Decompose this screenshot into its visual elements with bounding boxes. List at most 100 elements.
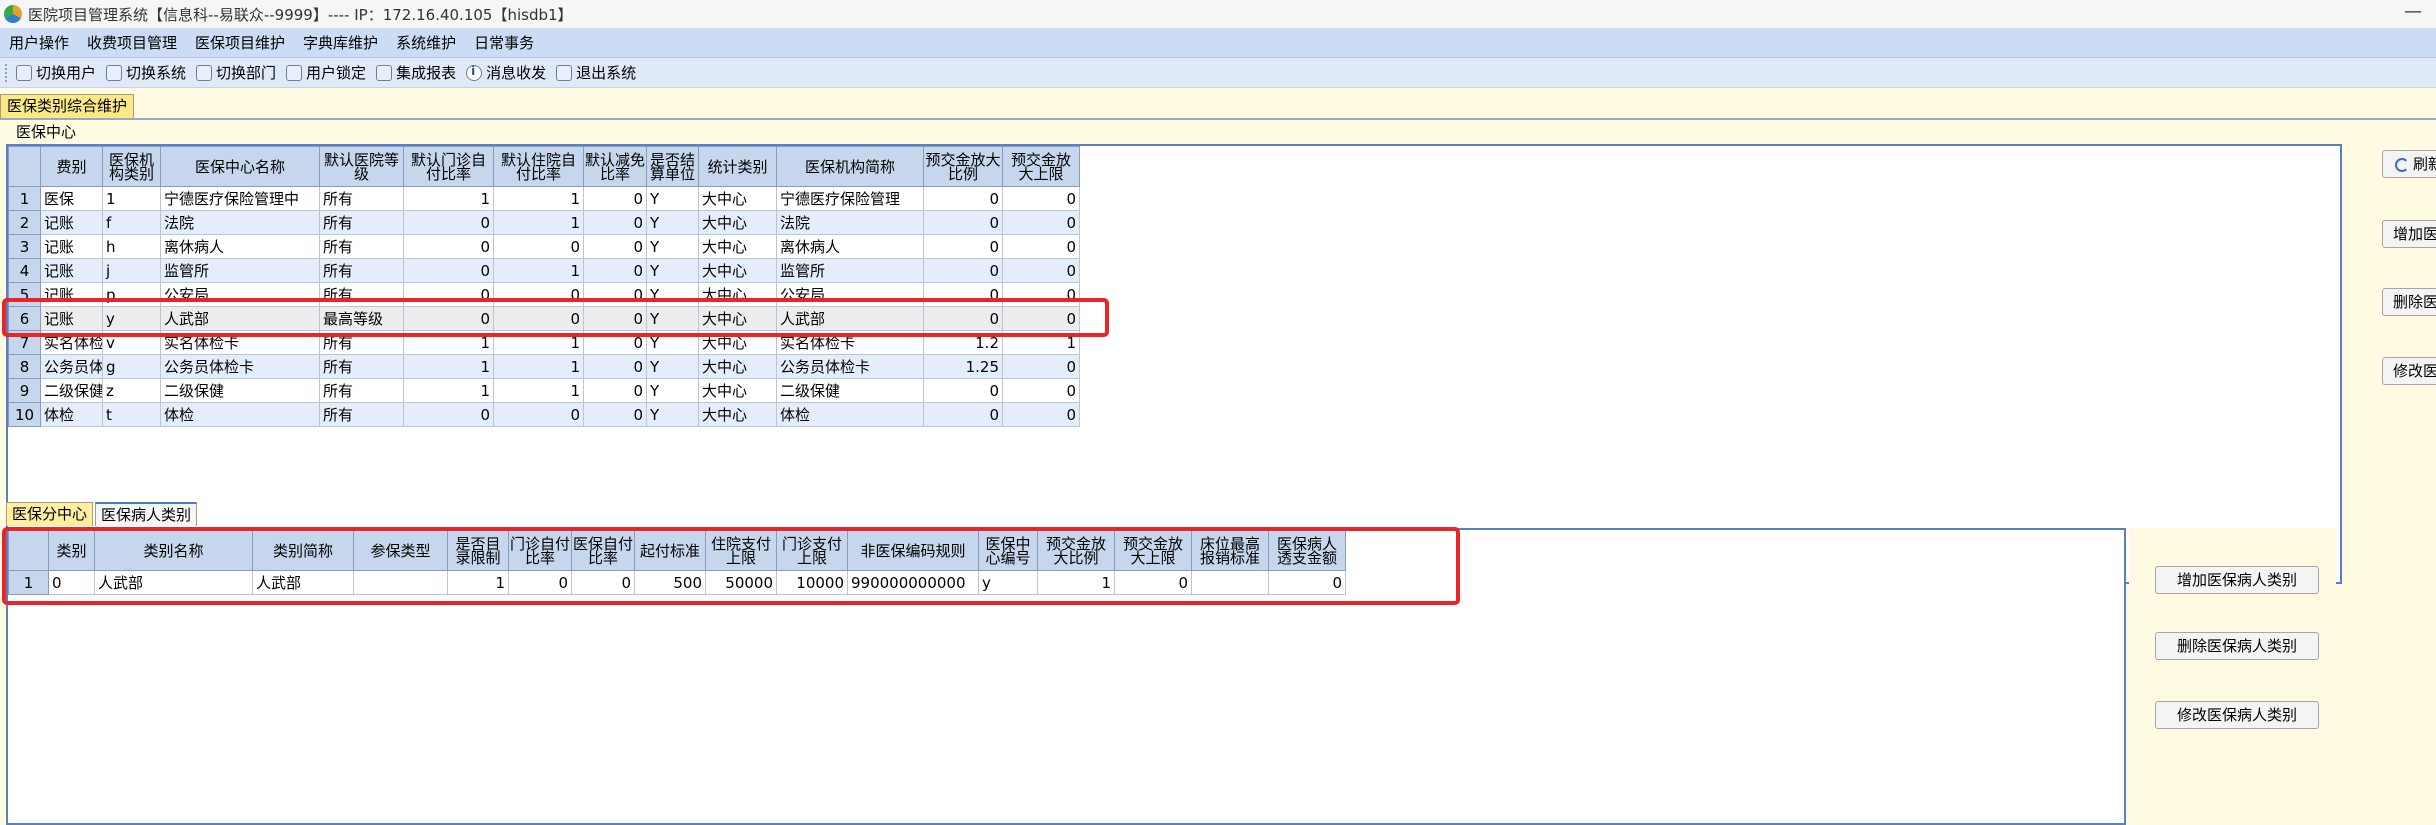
table-cell[interactable]: 500 <box>634 570 706 595</box>
patient-action-button[interactable]: 增加医保病人类别 <box>2155 566 2319 594</box>
table-cell[interactable]: 0 <box>583 378 647 403</box>
table-cell[interactable]: 人武部 <box>252 570 354 595</box>
table-cell[interactable]: 0 <box>403 306 494 331</box>
table-cell[interactable]: 0 <box>923 378 1003 403</box>
table-cell[interactable]: 大中心 <box>698 210 777 235</box>
patient-action-button[interactable]: 修改医保病人类别 <box>2155 701 2319 729</box>
table-cell[interactable]: 0 <box>583 234 647 259</box>
table-cell[interactable]: 离休病人 <box>160 234 320 259</box>
table-cell[interactable]: 1 <box>403 354 494 379</box>
table-cell[interactable]: 大中心 <box>698 378 777 403</box>
table-cell[interactable]: Y <box>646 402 699 427</box>
table-cell[interactable]: 记账 <box>40 210 103 235</box>
table-cell[interactable]: 0 <box>403 234 494 259</box>
table-cell[interactable]: 离休病人 <box>776 234 924 259</box>
table-cell[interactable]: 二级保健 <box>776 378 924 403</box>
table-cell[interactable]: 公安局 <box>776 282 924 307</box>
table-cell[interactable]: 0 <box>403 258 494 283</box>
table-cell[interactable]: 公安局 <box>160 282 320 307</box>
table-cell[interactable]: 人武部 <box>160 306 320 331</box>
patient-action-button[interactable]: 删除医保病人类别 <box>2155 632 2319 660</box>
table-cell[interactable]: h <box>102 234 161 259</box>
patient-category-grid[interactable]: 类别 类别名称 类别简称 参保类型 是否目录限制 门诊自付比率 医保自付比率 起付标准 住院支付… <box>6 528 2126 825</box>
center-action-button[interactable]: 增加医保中心 <box>2382 220 2436 248</box>
table-cell[interactable]: 0 <box>583 402 647 427</box>
patient-column-header[interactable]: 床位最高报销标准 <box>1191 530 1269 571</box>
center-column-header[interactable]: 统计类别 <box>698 146 777 187</box>
table-cell[interactable]: 0 <box>923 306 1003 331</box>
table-cell[interactable]: 所有 <box>319 258 404 283</box>
table-cell[interactable]: 0 <box>571 570 635 595</box>
minimize-button[interactable]: — <box>2404 1 2422 22</box>
refresh-button[interactable]: 刷新 <box>2382 150 2436 178</box>
table-row[interactable]: 6 记账 y 人武部 最高等级 0 0 0 Y 大中心 人武部 0 0 <box>8 306 1080 331</box>
center-column-header[interactable]: 是否结算单位 <box>646 146 699 187</box>
toolbar-button[interactable]: 切换用户 <box>11 60 101 86</box>
table-cell[interactable]: 二级保健 <box>40 378 103 403</box>
table-cell[interactable]: Y <box>646 282 699 307</box>
center-column-header[interactable]: 预交金放大比例 <box>923 146 1003 187</box>
center-column-header[interactable]: 医保中心名称 <box>160 146 320 187</box>
table-row[interactable]: 2 记账 f 法院 所有 0 1 0 Y 大中心 法院 0 0 <box>8 210 1080 235</box>
table-cell[interactable]: 记账 <box>40 234 103 259</box>
table-cell[interactable]: 10000 <box>776 570 848 595</box>
table-cell[interactable]: 大中心 <box>698 306 777 331</box>
table-cell[interactable]: 大中心 <box>698 234 777 259</box>
table-cell[interactable]: 法院 <box>776 210 924 235</box>
table-cell[interactable]: j <box>102 258 161 283</box>
table-cell[interactable]: 0 <box>583 306 647 331</box>
table-cell[interactable]: 大中心 <box>698 354 777 379</box>
table-cell[interactable]: 0 <box>583 258 647 283</box>
table-cell[interactable] <box>353 570 448 595</box>
table-cell[interactable]: 监管所 <box>776 258 924 283</box>
tab-patient-category[interactable]: 医保病人类别 <box>95 502 198 526</box>
table-cell[interactable]: 1 <box>1002 330 1080 355</box>
menu-item[interactable]: 用户操作 <box>0 32 78 53</box>
patient-column-header[interactable]: 门诊支付上限 <box>776 530 848 571</box>
table-row[interactable]: 3 记账 h 离休病人 所有 0 0 0 Y 大中心 离休病人 0 0 <box>8 234 1080 259</box>
table-cell[interactable]: 所有 <box>319 282 404 307</box>
table-cell[interactable]: 宁德医疗保险管理 <box>776 186 924 211</box>
table-cell[interactable] <box>1191 570 1269 595</box>
table-cell[interactable]: 1 <box>1037 570 1115 595</box>
table-cell[interactable]: Y <box>646 234 699 259</box>
table-cell[interactable]: 1 <box>102 186 161 211</box>
table-cell[interactable]: Y <box>646 330 699 355</box>
insurance-center-grid[interactable]: 费别 医保机构类别 医保中心名称 默认医院等级 默认门诊自付比率 默认住院自付比率 默认减免… <box>6 144 2342 584</box>
table-cell[interactable]: 0 <box>1114 570 1192 595</box>
table-cell[interactable]: 监管所 <box>160 258 320 283</box>
table-cell[interactable]: g <box>102 354 161 379</box>
table-cell[interactable]: 公务员体检卡 <box>776 354 924 379</box>
patient-column-header[interactable]: 类别简称 <box>252 530 354 571</box>
table-cell[interactable]: 0 <box>1002 282 1080 307</box>
table-cell[interactable]: 最高等级 <box>319 306 404 331</box>
table-cell[interactable]: 0 <box>1002 258 1080 283</box>
table-cell[interactable]: 公务员体检卡 <box>160 354 320 379</box>
table-cell[interactable]: 人武部 <box>94 570 253 595</box>
table-cell[interactable]: 实名体检 <box>40 330 103 355</box>
table-cell[interactable]: 1 <box>493 186 584 211</box>
table-row[interactable]: 4 记账 j 监管所 所有 0 1 0 Y 大中心 监管所 0 0 <box>8 258 1080 283</box>
table-cell[interactable]: 0 <box>493 306 584 331</box>
table-cell[interactable]: 0 <box>923 186 1003 211</box>
table-cell[interactable]: 0 <box>493 282 584 307</box>
table-cell[interactable]: 0 <box>923 402 1003 427</box>
patient-column-header[interactable]: 医保自付比率 <box>571 530 635 571</box>
center-column-header[interactable]: 预交金放大上限 <box>1002 146 1080 187</box>
table-cell[interactable]: 0 <box>493 234 584 259</box>
table-cell[interactable]: 公务员体检 <box>40 354 103 379</box>
table-cell[interactable]: 1 <box>493 258 584 283</box>
center-column-header[interactable]: 默认住院自付比率 <box>493 146 584 187</box>
table-cell[interactable]: 体检 <box>776 402 924 427</box>
table-cell[interactable]: 1 <box>403 186 494 211</box>
table-cell[interactable]: Y <box>646 354 699 379</box>
table-cell[interactable]: 所有 <box>319 186 404 211</box>
patient-column-header[interactable]: 预交金放大上限 <box>1114 530 1192 571</box>
table-cell[interactable]: 1 <box>493 354 584 379</box>
patient-column-header[interactable]: 预交金放大比例 <box>1037 530 1115 571</box>
menu-item[interactable]: 系统维护 <box>387 32 465 53</box>
table-cell[interactable]: 大中心 <box>698 402 777 427</box>
table-cell[interactable]: 1 <box>493 210 584 235</box>
table-cell[interactable]: 1 <box>493 378 584 403</box>
table-cell[interactable]: p <box>102 282 161 307</box>
